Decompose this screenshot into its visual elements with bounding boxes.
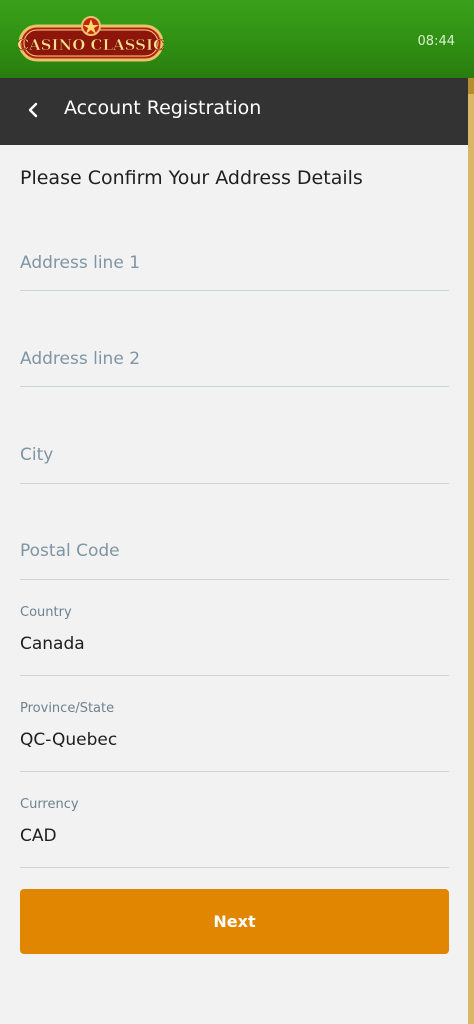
next-button[interactable]: Next xyxy=(20,889,449,954)
province-value: QC-Quebec xyxy=(20,730,118,750)
address-line-1-field[interactable]: Address line 1 xyxy=(20,233,449,291)
province-label: Province/State xyxy=(20,701,115,716)
back-button[interactable] xyxy=(18,90,48,130)
country-value: Canada xyxy=(20,634,85,654)
scrollbar[interactable] xyxy=(468,78,474,1024)
postal-code-placeholder: Postal Code xyxy=(20,541,120,561)
page-title: Account Registration xyxy=(64,97,262,119)
postal-code-field[interactable]: Postal Code xyxy=(20,523,449,580)
city-field[interactable]: City xyxy=(20,426,449,484)
city-placeholder: City xyxy=(20,445,54,465)
address-line-1-placeholder: Address line 1 xyxy=(20,253,141,273)
country-label: Country xyxy=(20,605,72,620)
currency-value: CAD xyxy=(20,826,57,846)
header-bar: CASINO CLASSIC 08:44 xyxy=(0,0,474,78)
currency-label: Currency xyxy=(20,797,79,812)
app-bar: Account Registration xyxy=(0,78,468,145)
chevron-left-icon xyxy=(28,102,38,118)
address-line-2-placeholder: Address line 2 xyxy=(20,349,141,369)
form-heading: Please Confirm Your Address Details xyxy=(20,167,363,189)
province-field[interactable]: Province/State QC-Quebec xyxy=(20,697,449,772)
currency-field[interactable]: Currency CAD xyxy=(20,793,449,868)
status-time: 08:44 xyxy=(417,34,455,49)
svg-text:CASINO CLASSIC: CASINO CLASSIC xyxy=(18,36,164,54)
address-line-2-field[interactable]: Address line 2 xyxy=(20,330,449,387)
country-field[interactable]: Country Canada xyxy=(20,601,449,676)
casino-classic-logo: CASINO CLASSIC xyxy=(18,16,164,62)
registration-form: Please Confirm Your Address Details Addr… xyxy=(0,145,468,1024)
